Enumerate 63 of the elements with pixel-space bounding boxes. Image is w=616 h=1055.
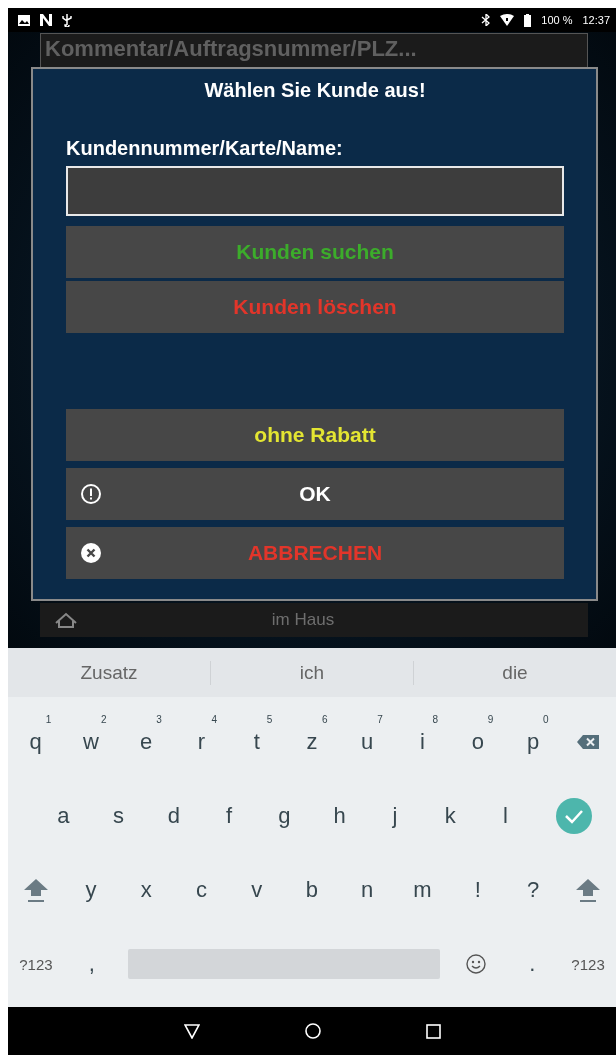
key-hint: 4 [211, 714, 218, 725]
key-hint: 3 [156, 714, 162, 725]
dialog-button[interactable]: OK [66, 468, 564, 520]
checkmark-icon [556, 798, 593, 834]
letter-key[interactable]: ? [505, 860, 561, 920]
suggestion[interactable]: Zusatz [8, 660, 210, 685]
letter-key[interactable]: d [146, 786, 202, 846]
symbols-key[interactable]: ?123 [8, 934, 64, 994]
square-icon [425, 1023, 441, 1039]
customer-number-field[interactable] [66, 166, 564, 216]
n-logo-icon [40, 14, 52, 26]
row-label: im Haus [270, 610, 336, 630]
letter-key[interactable]: k [422, 786, 478, 846]
nav-button[interactable] [304, 1023, 321, 1039]
letter-key[interactable]: s [90, 786, 147, 846]
bluetooth-icon [481, 14, 491, 26]
letter-key[interactable]: . [504, 934, 561, 994]
letter-key[interactable]: a [35, 786, 91, 846]
letter-key[interactable]: v [229, 860, 285, 920]
key-hint: 6 [322, 714, 328, 725]
letter-key[interactable]: x [118, 860, 174, 920]
letter-key[interactable]: y [63, 860, 119, 920]
nav-button[interactable] [183, 1023, 200, 1039]
letter-key[interactable]: m [394, 860, 451, 920]
cross-circle-icon [80, 542, 102, 564]
dialog-title: Wählen Sie Kunde aus! [203, 78, 427, 103]
shift-icon [576, 878, 601, 902]
letter-key[interactable]: j [367, 786, 423, 846]
wifi-icon [500, 14, 515, 26]
home-icon [304, 1023, 321, 1039]
usb-icon [62, 13, 72, 27]
key-hint: 7 [377, 714, 383, 725]
nav-button[interactable] [425, 1023, 441, 1039]
suggestion[interactable]: die [413, 660, 616, 685]
letter-key[interactable]: g [256, 786, 312, 846]
key-hint: 2 [100, 714, 107, 725]
key-hint: 8 [432, 714, 439, 725]
exclamation-circle-icon [80, 483, 102, 505]
suggestion[interactable]: ich [210, 660, 413, 685]
battery-percent: 100 % [541, 14, 573, 26]
letter-key[interactable]: b [284, 860, 340, 920]
letter-key[interactable]: c [173, 860, 230, 920]
battery-icon [524, 13, 532, 27]
key-hint: 1 [45, 714, 52, 725]
key-hint: 0 [543, 714, 549, 725]
letter-key[interactable]: l [477, 786, 534, 846]
backspace-icon [577, 735, 600, 749]
key-hint: 5 [266, 714, 273, 725]
smiley-icon [466, 954, 487, 974]
house-icon [54, 611, 78, 629]
letter-key[interactable]: n [339, 860, 395, 920]
letter-key[interactable]: h [311, 786, 368, 846]
shift-icon [23, 878, 48, 902]
letter-key[interactable]: , [63, 934, 120, 994]
image-icon [18, 14, 30, 26]
key-hint: 9 [487, 714, 494, 725]
dialog-button[interactable]: ohne Rabatt [66, 409, 564, 461]
back-icon [183, 1023, 200, 1039]
clock: 12:37 [582, 14, 610, 26]
letter-key[interactable]: f [201, 786, 257, 846]
symbols-key[interactable]: ?123 [560, 934, 616, 994]
letter-key[interactable]: ! [450, 860, 506, 920]
field-label: Kundennummer/Karte/Name: [66, 136, 344, 161]
